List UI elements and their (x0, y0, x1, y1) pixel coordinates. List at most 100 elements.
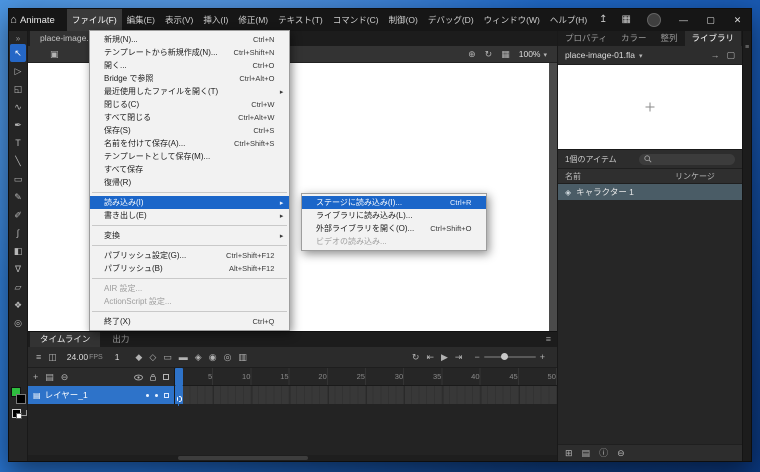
menu-item[interactable] (92, 278, 287, 279)
menu-item[interactable]: Bridge で参照 Ctrl+Alt+O (90, 72, 289, 85)
menubar-item[interactable]: ファイル(F) (67, 9, 122, 31)
onion-outline-icon[interactable]: ◎ (224, 353, 232, 362)
layer-outline-color[interactable] (164, 393, 169, 398)
menubar-item[interactable]: コマンド(C) (328, 9, 384, 31)
edit-multiple-frames-icon[interactable]: ▥ (238, 353, 247, 362)
step-forward-icon[interactable]: ⇥ (455, 353, 463, 362)
menu-item[interactable] (92, 245, 287, 246)
zoom-tool[interactable]: ◎ (10, 314, 26, 332)
minimize-button[interactable]: — (670, 9, 697, 31)
insert-keyframe-icon[interactable]: ◆ (135, 353, 142, 362)
home-icon[interactable]: ⌂ (9, 14, 18, 26)
bone-tool[interactable]: ∫ (10, 224, 26, 242)
lock-icon[interactable] (149, 373, 157, 382)
pen-tool[interactable]: ✒ (10, 116, 26, 134)
menu-item[interactable] (92, 192, 287, 193)
menu-item[interactable]: 変換 (90, 229, 289, 242)
menubar-item[interactable]: デバッグ(D) (423, 9, 479, 31)
panel-tab[interactable]: プロパティ (558, 31, 614, 46)
menu-item[interactable]: 名前を付けて保存(A)... Ctrl+Shift+S (90, 137, 289, 150)
panel-tab[interactable]: ライブラリ (685, 31, 742, 46)
panel-tab[interactable]: カラー (614, 31, 654, 46)
new-folder-icon[interactable]: ▤ (45, 373, 54, 382)
panel-menu-icon[interactable]: ≡ (540, 332, 557, 347)
menu-item[interactable]: ステージに読み込み(I)... Ctrl+R (302, 196, 486, 209)
menu-item[interactable]: 保存(S) Ctrl+S (90, 124, 289, 137)
maximize-button[interactable]: ▢ (697, 9, 724, 31)
workspace-icon[interactable]: ▦ (615, 15, 638, 25)
timeline-zoom-in-icon[interactable]: + (540, 352, 545, 362)
new-folder-icon[interactable]: ▤ (582, 449, 591, 458)
menubar-item[interactable]: 編集(E) (122, 9, 160, 31)
menubar-item[interactable]: ウィンドウ(W) (479, 9, 545, 31)
pencil-tool[interactable]: ✎ (10, 188, 26, 206)
menu-item[interactable]: ActionScript 設定... (90, 295, 289, 308)
library-item[interactable]: ◈ キャラクター 1 (558, 184, 742, 200)
menu-item[interactable]: ライブラリに読み込み(L)... (302, 209, 486, 222)
free-transform-tool[interactable]: ◱ (10, 80, 26, 98)
menubar-item[interactable]: 表示(V) (160, 9, 198, 31)
menu-item[interactable] (92, 225, 287, 226)
menubar-item[interactable]: 修正(M) (233, 9, 273, 31)
menubar-item[interactable]: ヘルプ(H) (545, 9, 592, 31)
text-tool[interactable]: T (10, 134, 26, 152)
menu-item[interactable]: 最近使用したファイルを開く(T) (90, 85, 289, 98)
library-search-input[interactable] (639, 154, 735, 165)
toolbar-menu-icon[interactable]: » (16, 33, 20, 44)
new-library-panel-icon[interactable]: ▢ (726, 51, 735, 60)
menu-item[interactable]: AIR 設定... (90, 282, 289, 295)
menu-item[interactable]: 閉じる(C) Ctrl+W (90, 98, 289, 111)
camera-icon[interactable]: ▦ (501, 50, 510, 59)
menubar-item[interactable]: テキスト(T) (273, 9, 328, 31)
menu-item[interactable]: テンプレートから新規作成(N)... Ctrl+Shift+N (90, 46, 289, 59)
new-layer-icon[interactable]: + (33, 373, 38, 382)
insert-frame-icon[interactable]: ▭ (163, 353, 172, 362)
menu-item[interactable]: 新規(N)... Ctrl+N (90, 33, 289, 46)
timeline-tab[interactable]: 出力 (102, 332, 139, 347)
frame-ruler[interactable]: 5101520253035404550 (175, 368, 557, 386)
column-header-name[interactable]: 名前 (565, 171, 675, 182)
menu-item[interactable]: 開く... Ctrl+O (90, 59, 289, 72)
selection-tool[interactable]: ↖ (10, 44, 26, 62)
timeline-zoom-out-icon[interactable]: − (474, 352, 479, 362)
center-stage-icon[interactable]: ⊕ (468, 50, 476, 59)
share-icon[interactable]: ↥ (592, 15, 614, 25)
auto-keyframe-icon[interactable]: ◈ (195, 353, 202, 362)
close-button[interactable]: ✕ (724, 9, 751, 31)
layer-visibility-dot[interactable] (146, 394, 149, 397)
insert-blank-keyframe-icon[interactable]: ◇ (149, 353, 156, 362)
pin-icon[interactable]: → (710, 51, 719, 60)
column-header-linkage[interactable]: リンケージ (675, 171, 735, 182)
default-colors-icon[interactable] (12, 409, 21, 418)
eye-icon[interactable] (134, 373, 143, 382)
eyedropper-tool[interactable]: ∇ (10, 260, 26, 278)
outline-icon[interactable] (163, 374, 169, 380)
profile-button[interactable] (647, 13, 661, 27)
show-layers-icon[interactable]: ≡ (36, 353, 41, 362)
line-tool[interactable]: ╲ (10, 152, 26, 170)
fps-value[interactable]: 24.00 (67, 352, 88, 362)
rectangle-tool[interactable]: ▭ (10, 170, 26, 188)
menu-item[interactable]: パブリッシュ設定(G)... Ctrl+Shift+F12 (90, 249, 289, 262)
menu-item[interactable]: すべて保存 (90, 163, 289, 176)
delete-item-icon[interactable]: ⊖ (617, 449, 625, 458)
layer-lock-dot[interactable] (155, 394, 158, 397)
menu-item[interactable]: 復帰(R) (90, 176, 289, 189)
delete-layer-icon[interactable]: ⊖ (61, 373, 69, 382)
timeline-zoom-slider[interactable] (484, 356, 536, 358)
hand-tool[interactable]: ❖ (10, 296, 26, 314)
menu-item[interactable]: 読み込み(I) (90, 196, 289, 209)
menu-item[interactable] (92, 311, 287, 312)
timeline-tab[interactable]: タイムライン (30, 332, 100, 347)
frame-view-icon[interactable]: ◫ (48, 353, 57, 362)
menubar-item[interactable]: 挿入(I) (198, 9, 233, 31)
timeline-horizontal-scrollbar[interactable] (28, 455, 557, 461)
zoom-level-select[interactable]: 100% (519, 49, 547, 59)
menu-item[interactable]: 書き出し(E) (90, 209, 289, 222)
menu-item[interactable]: パブリッシュ(B) Alt+Shift+F12 (90, 262, 289, 275)
playhead[interactable] (175, 368, 183, 386)
layer-row[interactable]: ▤ レイヤー_1 (28, 386, 557, 404)
rotate-icon[interactable]: ↻ (485, 50, 493, 59)
layer-name-cell[interactable]: ▤ レイヤー_1 (28, 386, 175, 404)
scene-icon[interactable]: ▣ (50, 49, 59, 60)
